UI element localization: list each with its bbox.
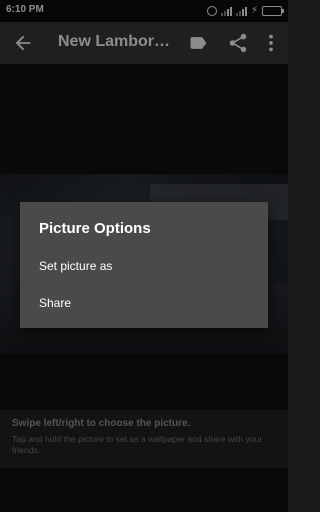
- set-picture-as-option[interactable]: Set picture as: [20, 249, 268, 283]
- picture-options-dialog: Picture Options Set picture as Share: [20, 202, 268, 328]
- dialog-title: Picture Options: [39, 220, 151, 237]
- share-option[interactable]: Share: [20, 286, 268, 320]
